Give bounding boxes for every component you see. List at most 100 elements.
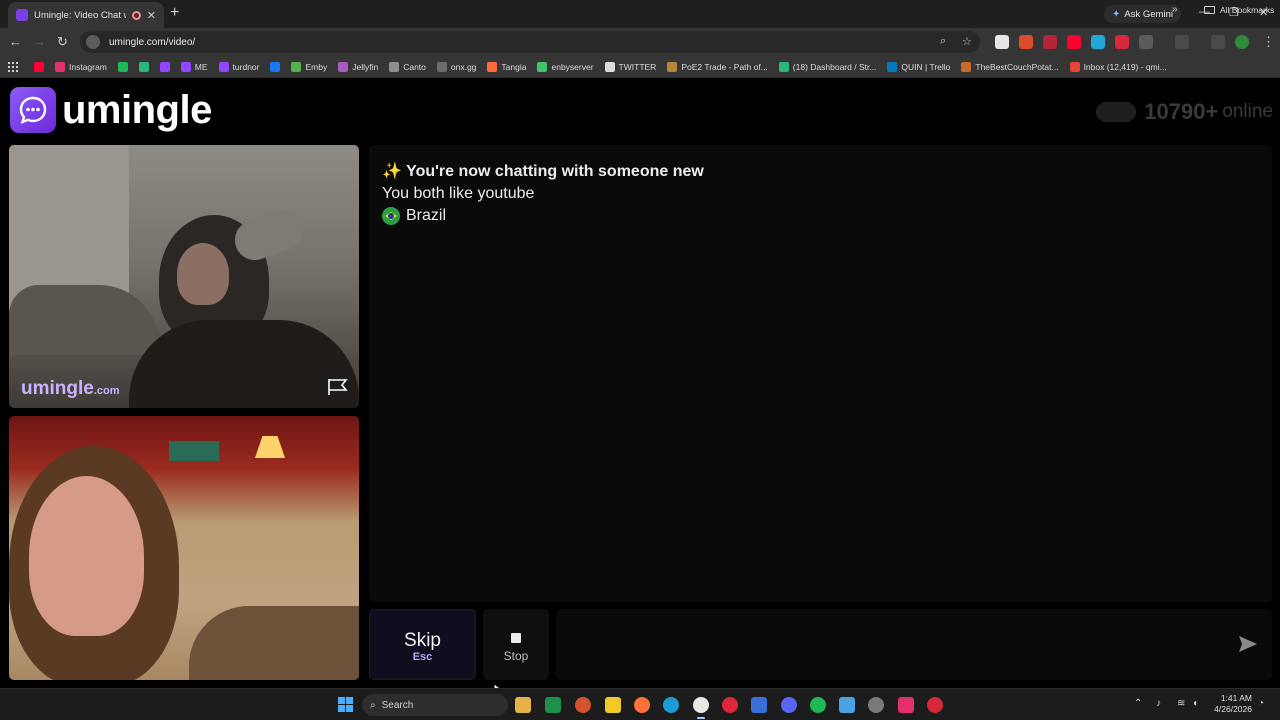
bookmark-label: QUIN | Trello bbox=[901, 61, 951, 72]
folder-icon bbox=[1204, 6, 1215, 14]
bookmark-label: Inbox (12,419) - qmi... bbox=[1083, 61, 1167, 72]
notification-bell-icon[interactable]: ◔ bbox=[1258, 698, 1264, 709]
stop-button[interactable]: Stop bbox=[483, 609, 549, 680]
reload-icon[interactable]: ↻ bbox=[57, 34, 68, 50]
extension-k-icon[interactable] bbox=[995, 35, 1009, 49]
taskbar-clock[interactable]: 1:41 AM 4/26/2026 bbox=[1208, 693, 1252, 715]
windows-taskbar: ⌕ Search ⌃ ♪ ≋ ◖ 1:41 AM 4/26/2026 ◔ bbox=[0, 688, 1280, 720]
discord-icon[interactable] bbox=[781, 697, 797, 713]
bookmark-favicon-icon bbox=[159, 61, 170, 72]
obs-icon[interactable] bbox=[868, 697, 884, 713]
stop-square-icon bbox=[511, 633, 521, 643]
extension-red-icon[interactable] bbox=[1043, 35, 1057, 49]
bookmark-label: TheBestCouchPotat... bbox=[975, 61, 1059, 72]
extension-seven-tv-icon[interactable] bbox=[1091, 35, 1105, 49]
apps-grid-icon[interactable] bbox=[8, 61, 18, 72]
wifi-icon[interactable]: ≋ bbox=[1177, 698, 1185, 709]
bookmark-item[interactable]: Emby bbox=[291, 61, 327, 72]
browser-tab-umingle[interactable]: Umingle: Video Chat with S ✕ bbox=[8, 2, 164, 28]
tab-search-icon[interactable] bbox=[1175, 35, 1189, 49]
notepad-icon[interactable] bbox=[839, 697, 855, 713]
media-control-icon[interactable] bbox=[1211, 35, 1225, 49]
opera-icon[interactable] bbox=[722, 697, 738, 713]
bookmark-item[interactable]: PoE2 Trade - Path of... bbox=[667, 61, 768, 72]
extensions-puzzle-icon[interactable] bbox=[1139, 35, 1153, 49]
site-info-icon[interactable] bbox=[86, 35, 100, 49]
windows-start-icon[interactable] bbox=[338, 697, 353, 712]
tab-close-icon[interactable]: ✕ bbox=[147, 9, 156, 22]
bookmark-item[interactable]: QUIN | Trello bbox=[887, 61, 951, 72]
all-bookmarks-button[interactable]: All Bookmarks bbox=[1204, 5, 1274, 15]
ask-gemini-button[interactable]: ✦ Ask Gemini bbox=[1104, 5, 1181, 23]
clock-date: 4/26/2026 bbox=[1214, 704, 1252, 714]
teams-icon[interactable] bbox=[751, 697, 767, 713]
report-flag-icon[interactable] bbox=[327, 378, 349, 396]
address-bar[interactable]: umingle.com/video/ ⌕ ☆ bbox=[80, 31, 980, 53]
umingle-favicon-icon bbox=[16, 9, 28, 21]
file-explorer-icon[interactable] bbox=[515, 697, 531, 713]
bookmark-item[interactable]: onx.gg bbox=[436, 61, 476, 72]
bookmark-star-icon[interactable]: ☆ bbox=[962, 35, 972, 48]
theme-toggle[interactable] bbox=[1096, 102, 1137, 122]
edge-icon[interactable] bbox=[663, 697, 679, 713]
chat-bubble-logo-icon bbox=[10, 87, 56, 133]
stop-label: Stop bbox=[503, 649, 529, 663]
spotify-icon[interactable] bbox=[810, 697, 826, 713]
bookmark-label: Canto bbox=[403, 61, 426, 72]
url-text: umingle.com/video/ bbox=[109, 36, 196, 48]
umingle-watermark: umingle.com bbox=[21, 378, 120, 400]
bookmark-item[interactable] bbox=[138, 61, 149, 72]
bookmark-item[interactable]: Canto bbox=[389, 61, 426, 72]
browser-menu-icon[interactable]: ⋮ bbox=[1262, 34, 1275, 50]
bookmark-item[interactable]: turdnor bbox=[218, 61, 259, 72]
forward-arrow-icon[interactable]: → bbox=[33, 34, 46, 49]
bookmark-item[interactable]: Instagram bbox=[55, 61, 107, 72]
bookmark-item[interactable] bbox=[159, 61, 170, 72]
bookmark-item[interactable]: TheBestCouchPotat... bbox=[961, 61, 1059, 72]
game-launcher-icon[interactable] bbox=[575, 697, 591, 713]
bookmark-item[interactable] bbox=[34, 61, 44, 72]
firefox-icon[interactable] bbox=[634, 697, 650, 713]
watermark-suffix: .com bbox=[93, 385, 120, 397]
bookmark-item[interactable] bbox=[117, 61, 128, 72]
sticky-notes-icon[interactable] bbox=[605, 697, 621, 713]
bookmark-favicon-icon bbox=[34, 61, 44, 72]
bookmark-favicon-icon bbox=[604, 61, 615, 72]
microphone-icon[interactable]: ♪ bbox=[1156, 698, 1161, 709]
skip-label: Skip bbox=[404, 630, 441, 651]
send-icon[interactable] bbox=[1238, 635, 1258, 653]
clock-time: 1:41 AM bbox=[1220, 693, 1252, 703]
bookmarks-bar: Instagram ME turdnor Emby Jellyfin Canto onx.g… bbox=[0, 56, 1280, 78]
bookmark-favicon-icon bbox=[1069, 61, 1080, 72]
extension-fox-icon[interactable] bbox=[1019, 35, 1033, 49]
stranger-video: umingle.com bbox=[9, 145, 359, 408]
umingle-logo[interactable]: umingle bbox=[10, 87, 212, 133]
bookmark-item[interactable]: enbyserver bbox=[537, 61, 594, 72]
chrome-icon[interactable] bbox=[693, 697, 709, 719]
message-input[interactable] bbox=[556, 609, 1272, 680]
bookmark-item[interactable] bbox=[270, 61, 281, 72]
extension-adblock-icon[interactable] bbox=[1115, 35, 1129, 49]
skip-button[interactable]: Skip Esc bbox=[369, 609, 476, 680]
bookmark-item[interactable]: TWITTER bbox=[604, 61, 656, 72]
tray-chevron-icon[interactable]: ⌃ bbox=[1134, 698, 1142, 709]
bookmark-item[interactable]: Jellyfin bbox=[338, 61, 378, 72]
bookmark-item[interactable]: Inbox (12,419) - qmi... bbox=[1069, 61, 1167, 72]
extension-youtube-icon[interactable] bbox=[1067, 35, 1081, 49]
recording-app-icon[interactable] bbox=[927, 697, 943, 713]
profile-avatar[interactable] bbox=[1235, 35, 1249, 49]
tiktok-icon[interactable] bbox=[898, 697, 914, 713]
bookmark-favicon-icon bbox=[887, 61, 898, 72]
new-tab-button[interactable]: + bbox=[170, 4, 179, 22]
bed bbox=[9, 285, 159, 355]
volume-icon[interactable]: ◖ bbox=[1192, 698, 1198, 709]
bookmark-item[interactable]: (18) Dashboard / Str... bbox=[778, 61, 876, 72]
bookmark-item[interactable]: Tangia bbox=[487, 61, 526, 72]
taskbar-search[interactable]: ⌕ Search bbox=[362, 694, 508, 716]
back-arrow-icon[interactable]: ← bbox=[9, 34, 22, 49]
stranger-face bbox=[177, 243, 229, 305]
bookmark-item[interactable]: ME bbox=[180, 61, 208, 72]
play-app-icon[interactable] bbox=[545, 697, 561, 713]
zoom-icon[interactable]: ⌕ bbox=[940, 35, 946, 48]
more-bookmarks-chevron-icon[interactable]: » bbox=[1172, 4, 1178, 15]
